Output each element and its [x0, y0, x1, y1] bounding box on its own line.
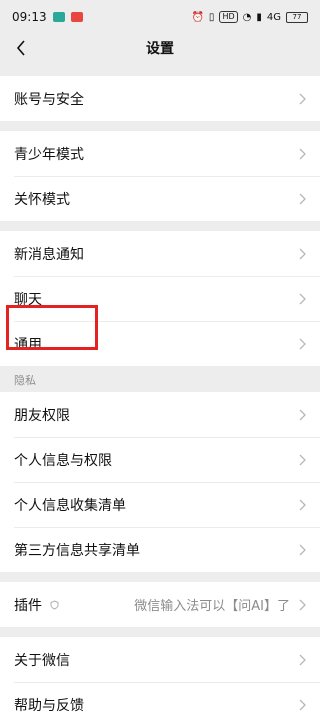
back-button[interactable]	[10, 37, 32, 59]
status-bar: 09:13 ⏰ ▯ HD ◔ ▮ 4G 77	[0, 0, 320, 34]
settings-item-label: 第三方信息共享清单	[14, 542, 140, 559]
settings-item-label: 关怀模式	[14, 191, 70, 208]
chevron-right-icon	[296, 192, 306, 206]
signal-icon: ▮	[256, 11, 262, 23]
settings-item-label: 青少年模式	[14, 146, 84, 163]
settings-item-account[interactable]: 账号与安全	[0, 76, 320, 121]
chevron-right-icon	[296, 292, 306, 306]
plugins-group: 插件 微信输入法可以【问AI】了	[0, 582, 320, 627]
settings-item-plugins[interactable]: 插件 微信输入法可以【问AI】了	[0, 582, 320, 627]
page-title: 设置	[146, 41, 174, 57]
settings-item-label: 聊天	[14, 291, 42, 308]
about-group: 关于微信 帮助与反馈	[0, 637, 320, 727]
section-label-privacy: 隐私	[14, 374, 36, 387]
settings-item-about[interactable]: 关于微信	[0, 637, 320, 682]
account-group: 账号与安全	[0, 76, 320, 121]
hd-badge: HD	[219, 11, 238, 23]
settings-item-chat[interactable]: 聊天	[0, 276, 320, 321]
alarm-icon: ⏰	[191, 11, 204, 23]
nav-bar: 设置	[0, 34, 320, 62]
app-notification-icon	[70, 12, 83, 22]
settings-item-notifications[interactable]: 新消息通知	[0, 231, 320, 276]
vibrate-icon: ▯	[208, 11, 215, 23]
settings-item-help[interactable]: 帮助与反馈	[0, 682, 320, 727]
chevron-right-icon	[296, 698, 306, 712]
chevron-right-icon	[296, 92, 306, 106]
settings-item-info-collection[interactable]: 个人信息收集清单	[0, 482, 320, 527]
plugins-hint: 微信输入法可以【问AI】了	[134, 599, 290, 614]
settings-item-label: 帮助与反馈	[14, 697, 84, 714]
chevron-right-icon	[296, 408, 306, 422]
settings-item-label: 关于微信	[14, 652, 70, 669]
chevron-right-icon	[296, 147, 306, 161]
settings-item-label: 账号与安全	[14, 91, 84, 108]
app-notification-icon	[52, 12, 65, 22]
wifi-icon: ◔	[242, 11, 252, 23]
network-badge: 4G	[266, 11, 281, 23]
settings-item-label: 新消息通知	[14, 246, 84, 263]
settings-item-youth-mode[interactable]: 青少年模式	[0, 131, 320, 176]
mode-group: 青少年模式 关怀模式	[0, 131, 320, 221]
chevron-right-icon	[296, 453, 306, 467]
shield-icon	[50, 599, 59, 610]
settings-item-personal-info[interactable]: 个人信息与权限	[0, 437, 320, 482]
settings-item-care-mode[interactable]: 关怀模式	[0, 176, 320, 221]
status-time: 09:13	[12, 10, 47, 24]
chevron-right-icon	[296, 598, 306, 612]
chevron-right-icon	[296, 543, 306, 557]
message-group: 新消息通知 聊天 通用	[0, 231, 320, 366]
settings-item-label: 通用	[14, 336, 42, 353]
chevron-right-icon	[296, 498, 306, 512]
settings-item-label: 朋友权限	[14, 407, 70, 424]
settings-item-general[interactable]: 通用	[0, 321, 320, 366]
chevron-left-icon	[16, 40, 25, 56]
battery-icon: 77	[286, 11, 308, 23]
settings-item-friend-permissions[interactable]: 朋友权限	[0, 392, 320, 437]
chevron-right-icon	[296, 337, 306, 351]
settings-item-label: 个人信息收集清单	[14, 497, 126, 514]
settings-item-label: 插件	[14, 597, 42, 614]
chevron-right-icon	[296, 247, 306, 261]
settings-item-label: 个人信息与权限	[14, 452, 112, 469]
privacy-group: 朋友权限 个人信息与权限 个人信息收集清单 第三方信息共享清单	[0, 392, 320, 572]
settings-item-third-party-sharing[interactable]: 第三方信息共享清单	[0, 527, 320, 572]
chevron-right-icon	[296, 653, 306, 667]
